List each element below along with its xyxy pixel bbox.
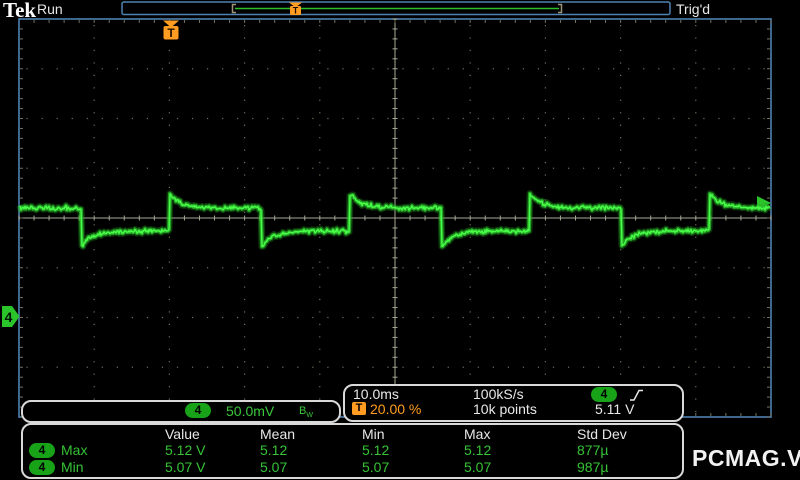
meas-value: 5.07 V bbox=[165, 459, 206, 475]
meas-value: 5.12 V bbox=[165, 442, 206, 458]
channel4-ground-marker[interactable]: 4 bbox=[2, 306, 20, 327]
record-view-bar[interactable]: T bbox=[121, 1, 673, 17]
bw-sub: W bbox=[306, 412, 313, 420]
meas-min: 5.07 bbox=[362, 459, 390, 475]
meas-stddev: 877µ bbox=[577, 442, 609, 458]
channel4-readout-box[interactable]: 4 50.0mV BW bbox=[21, 400, 341, 423]
pcmag-watermark: PCMAG.VN bbox=[692, 445, 800, 471]
meas-stddev: 987µ bbox=[577, 459, 609, 475]
meas-min: 5.12 bbox=[362, 442, 390, 458]
meas-name: Max bbox=[61, 442, 88, 458]
graticule-grid bbox=[26, 25, 765, 413]
trigger-position-icon: T bbox=[352, 402, 366, 415]
oscilloscope-screen: Tek Run Trig'd T T4 4 50.0mV BW 10.0ms 1… bbox=[0, 0, 800, 480]
meas-mean: 5.12 bbox=[260, 442, 288, 458]
horizontal-trigger-readout-box[interactable]: 10.0ms 100kS/s 4 T 20.00 % 10k points 5.… bbox=[343, 384, 684, 422]
sample-rate-readout: 100kS/s bbox=[473, 386, 524, 402]
timebase-readout: 10.0ms bbox=[353, 386, 399, 402]
meas-max: 5.12 bbox=[464, 442, 492, 458]
meas-source-badge: 4 bbox=[29, 460, 55, 475]
measurement-table[interactable]: Value Mean Min Max Std Dev 4 Max 5.12 V … bbox=[21, 423, 684, 479]
trigger-position-flag[interactable]: T bbox=[163, 20, 179, 41]
channel4-badge: 4 bbox=[185, 403, 211, 418]
bandwidth-limit-indicator: BW bbox=[299, 403, 313, 424]
meas-source-badge: 4 bbox=[29, 443, 55, 458]
svg-text:T: T bbox=[293, 6, 299, 16]
channel4-scale: 50.0mV bbox=[226, 403, 275, 419]
col-header-stddev: Std Dev bbox=[577, 426, 627, 442]
col-header-value: Value bbox=[165, 426, 200, 442]
trigger-slope-rising-icon bbox=[630, 389, 643, 401]
record-length-readout: 10k points bbox=[473, 401, 537, 417]
col-header-max: Max bbox=[464, 426, 491, 442]
svg-text:T: T bbox=[167, 26, 175, 40]
col-header-mean: Mean bbox=[260, 426, 296, 442]
meas-mean: 5.07 bbox=[260, 459, 288, 475]
meas-max: 5.07 bbox=[464, 459, 492, 475]
trigger-position-readout: 20.00 % bbox=[370, 401, 422, 417]
meas-name: Min bbox=[61, 459, 84, 475]
trigger-level-readout: 5.11 V bbox=[595, 401, 635, 417]
trigger-source-badge: 4 bbox=[591, 387, 617, 402]
col-header-min: Min bbox=[362, 426, 385, 442]
svg-text:4: 4 bbox=[5, 309, 13, 325]
